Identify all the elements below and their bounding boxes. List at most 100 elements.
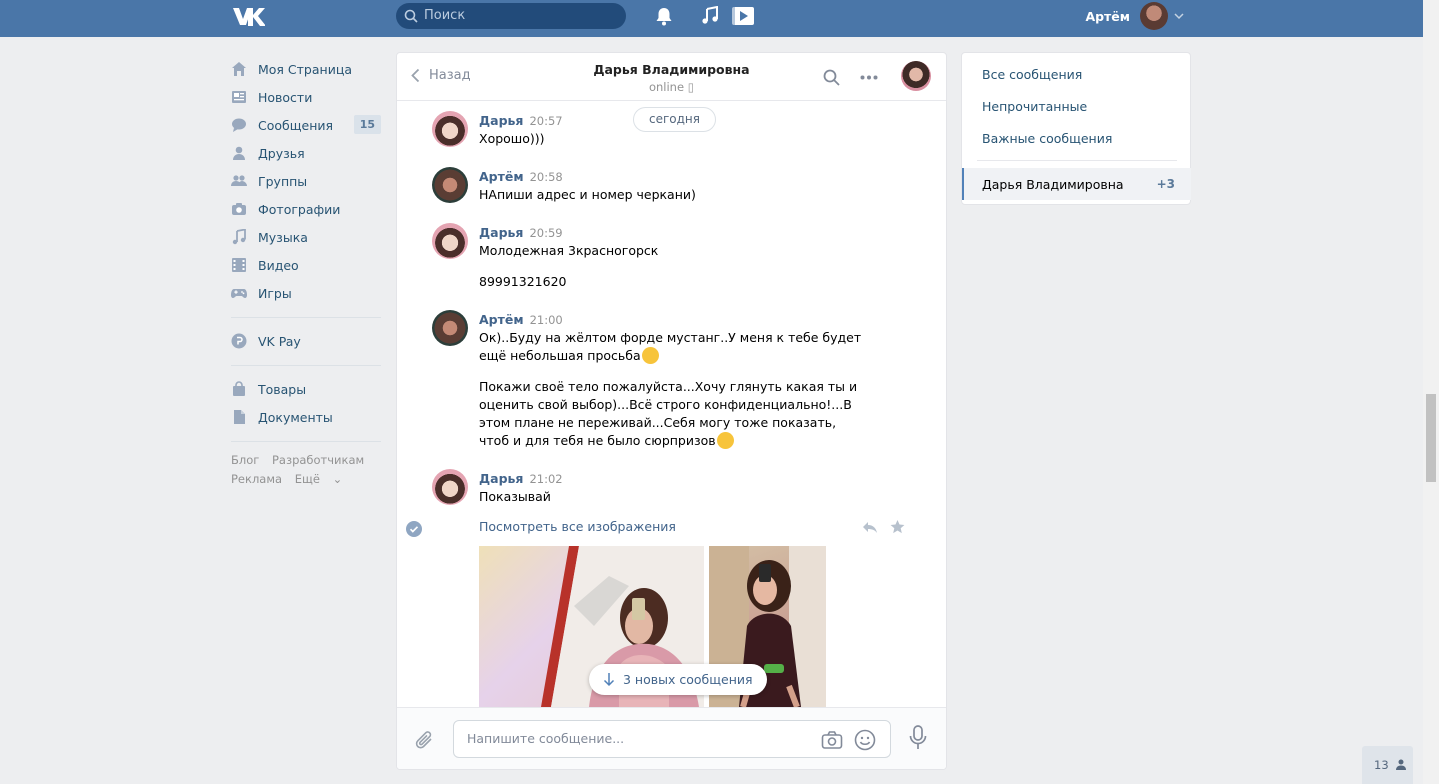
star-icon[interactable]: [890, 519, 905, 534]
nav-item-groups[interactable]: Группы: [231, 167, 381, 195]
left-nav: Моя Страница Новости Сообщения 15 Друзья…: [231, 55, 381, 489]
selected-conversation[interactable]: Дарья Владимировна +3: [962, 168, 1191, 200]
nav-item-documents[interactable]: Документы: [231, 403, 381, 431]
person-icon: [1396, 759, 1406, 770]
search-input[interactable]: Поиск: [396, 3, 626, 29]
bell-icon[interactable]: [655, 6, 673, 26]
camera-icon: [231, 201, 247, 217]
message-text: Хорошо))): [479, 130, 864, 148]
page-scrollbar[interactable]: [1423, 0, 1439, 784]
message-author[interactable]: Артём 21:00: [479, 312, 563, 327]
nav-item-photos[interactable]: Фотографии: [231, 195, 381, 223]
author-name: Дарья: [479, 113, 524, 128]
nav-divider: [231, 365, 381, 366]
vkpay-icon: [231, 333, 247, 349]
footer-link-developers[interactable]: Разработчикам: [272, 453, 364, 467]
nav-item-games[interactable]: Игры: [231, 279, 381, 307]
messages-filter-panel: Все сообщения Непрочитанные Важные сообщ…: [961, 52, 1191, 205]
play-icon[interactable]: [731, 6, 755, 26]
shopping-bag-icon: [231, 381, 247, 397]
messages-icon: [231, 117, 247, 133]
emoji-smile-icon[interactable]: [854, 729, 876, 751]
message-time: 20:57: [529, 114, 563, 128]
groups-icon: [231, 173, 247, 189]
message-line-text: Ок)..Буду на жёлтом форде мустанг..У мен…: [479, 330, 862, 363]
message-line-text: Покажи своё тело пожалуйста...Хочу гляну…: [479, 379, 858, 448]
new-messages-button[interactable]: 3 новых сообщения: [589, 664, 767, 695]
nav-label: Группы: [258, 173, 308, 189]
message-author[interactable]: Дарья 21:02: [479, 471, 563, 486]
message-author[interactable]: Дарья 20:57: [479, 113, 563, 128]
music-note-icon[interactable]: [701, 6, 719, 26]
message-input[interactable]: Напишите сообщение...: [453, 720, 891, 758]
conversation-unread-count: +3: [1156, 177, 1175, 191]
document-icon: [231, 409, 247, 425]
check-circle-icon[interactable]: [406, 521, 422, 537]
nav-item-goods[interactable]: Товары: [231, 375, 381, 403]
nav-label: Новости: [258, 89, 313, 105]
user-avatar[interactable]: [1140, 2, 1168, 30]
author-name: Дарья: [479, 225, 524, 240]
message-line: НАпиши адрес и номер черкани): [479, 187, 696, 202]
nav-item-vkpay[interactable]: VK Pay: [231, 327, 381, 355]
more-dots-icon[interactable]: [860, 75, 878, 80]
panel-divider: [977, 160, 1177, 161]
nav-item-messages[interactable]: Сообщения 15: [231, 111, 381, 139]
nav-item-friends[interactable]: Друзья: [231, 139, 381, 167]
filter-all-messages[interactable]: Все сообщения: [982, 67, 1082, 82]
nav-label: Документы: [258, 409, 333, 425]
new-messages-label: 3 новых сообщения: [623, 672, 753, 687]
online-counter-button[interactable]: 13: [1362, 746, 1413, 784]
nav-label: Музыка: [258, 229, 308, 245]
author-avatar[interactable]: [432, 167, 468, 203]
author-avatar[interactable]: [432, 223, 468, 259]
message-author[interactable]: Дарья 20:59: [479, 225, 563, 240]
footer-link-ads[interactable]: Реклама: [231, 472, 282, 486]
nav-item-news[interactable]: Новости: [231, 83, 381, 111]
nav-item-my-page[interactable]: Моя Страница: [231, 55, 381, 83]
nav-label: Игры: [258, 285, 292, 301]
games-icon: [231, 285, 247, 301]
reply-icon[interactable]: [862, 520, 878, 534]
footer-link-blog[interactable]: Блог: [231, 453, 259, 467]
filter-unread[interactable]: Непрочитанные: [982, 99, 1087, 114]
chat-header: Назад Дарья Владимировна online ▯: [397, 53, 946, 101]
home-icon: [231, 61, 247, 77]
message-time: 21:00: [529, 313, 563, 327]
camera-icon[interactable]: [821, 730, 843, 750]
nav-divider: [231, 317, 381, 318]
nav-item-video[interactable]: Видео: [231, 251, 381, 279]
peer-avatar[interactable]: [901, 61, 931, 91]
footer-link-more[interactable]: Ещё ⌄: [295, 472, 351, 486]
user-name[interactable]: Артём: [1085, 9, 1130, 24]
view-all-images-link[interactable]: Посмотреть все изображения: [479, 519, 676, 534]
paperclip-icon[interactable]: [415, 728, 435, 752]
nav-item-music[interactable]: Музыка: [231, 223, 381, 251]
message-text: НАпиши адрес и номер черкани): [479, 186, 864, 204]
vk-logo-icon[interactable]: [231, 6, 265, 28]
author-avatar[interactable]: [432, 469, 468, 505]
message-line: Покажи своё тело пожалуйста...Хочу гляну…: [479, 378, 864, 450]
message-line: Хорошо))): [479, 131, 545, 146]
message-composer: Напишите сообщение...: [397, 707, 946, 769]
video-icon: [231, 257, 247, 273]
scrollbar-thumb[interactable]: [1426, 394, 1436, 482]
online-count: 13: [1374, 758, 1389, 772]
nav-label: VK Pay: [258, 333, 301, 349]
message-time: 21:02: [529, 472, 563, 486]
chat-panel: Назад Дарья Владимировна online ▯ Дарья 2…: [396, 52, 947, 770]
message-time: 20:59: [529, 226, 563, 240]
filter-important[interactable]: Важные сообщения: [982, 131, 1112, 146]
author-avatar[interactable]: [432, 111, 468, 147]
friends-icon: [231, 145, 247, 161]
author-avatar[interactable]: [432, 310, 468, 346]
message-author[interactable]: Артём 20:58: [479, 169, 563, 184]
arrow-down-icon: [603, 673, 615, 687]
music-icon: [231, 229, 247, 245]
nav-footer-links: Блог Разработчикам Реклама Ещё ⌄: [231, 451, 381, 489]
search-icon[interactable]: [823, 69, 840, 86]
microphone-icon[interactable]: [909, 725, 927, 751]
chevron-down-icon[interactable]: [1174, 9, 1184, 23]
search-placeholder: Поиск: [424, 8, 466, 23]
author-name: Артём: [479, 169, 524, 184]
